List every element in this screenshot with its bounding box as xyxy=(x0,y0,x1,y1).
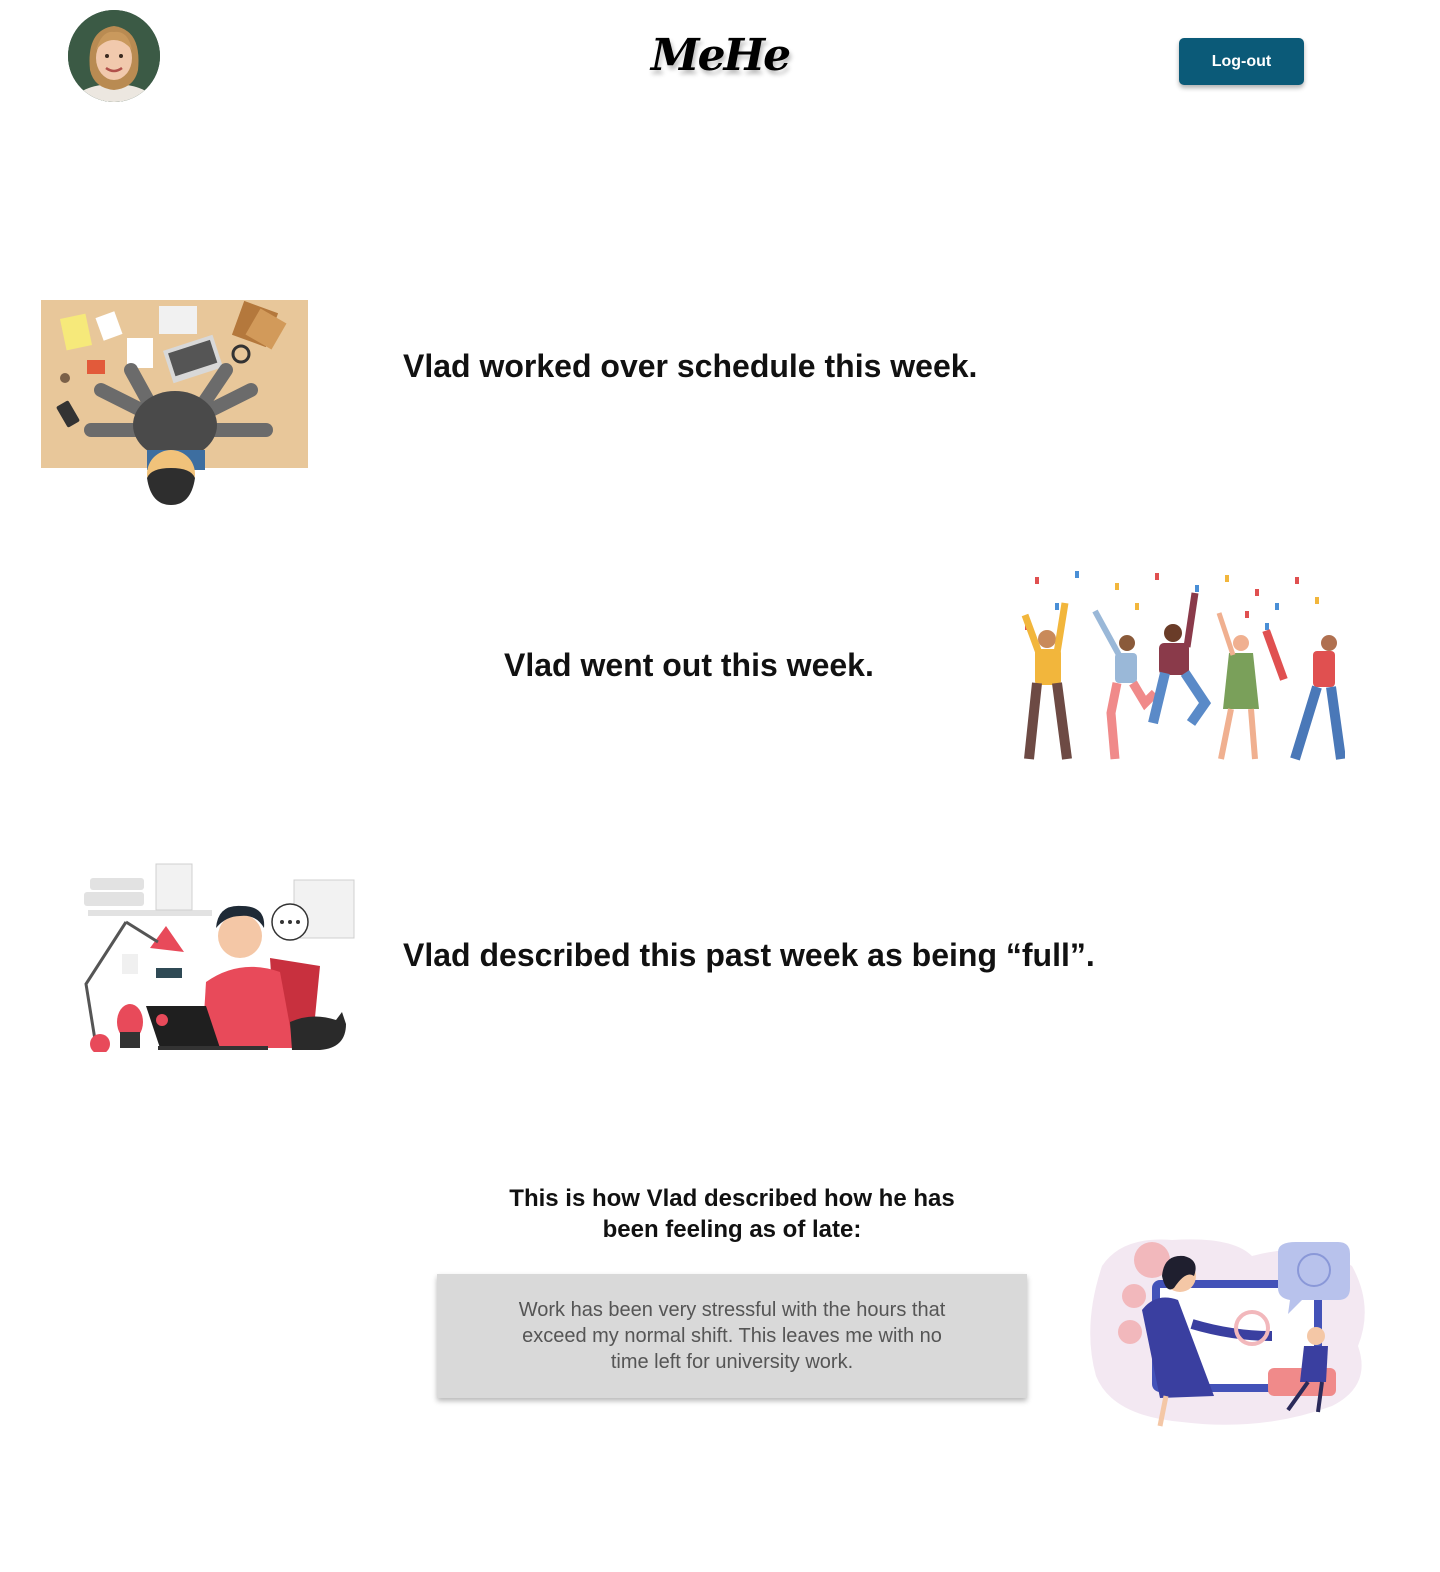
feeling-quote-box: Work has been very stressful with the ho… xyxy=(437,1274,1027,1398)
app-logo[interactable]: MeHe xyxy=(620,30,820,81)
logout-button[interactable]: Log-out xyxy=(1179,38,1304,85)
statement-overtime: Vlad worked over schedule this week. xyxy=(403,348,978,384)
profile-photo xyxy=(68,10,160,102)
statement-full-week: Vlad described this past week as being “… xyxy=(403,937,1095,973)
multitasking-worker-illustration xyxy=(41,300,308,505)
avatar[interactable] xyxy=(68,10,160,102)
party-friends-illustration xyxy=(1015,563,1345,768)
feeling-quote-text: Work has been very stressful with the ho… xyxy=(518,1299,946,1373)
online-therapy-illustration xyxy=(1082,1236,1372,1428)
man-at-laptop-illustration xyxy=(80,862,358,1052)
feeling-heading: This is how Vlad described how he has be… xyxy=(509,1185,955,1243)
statement-went-out: Vlad went out this week. xyxy=(504,647,874,683)
